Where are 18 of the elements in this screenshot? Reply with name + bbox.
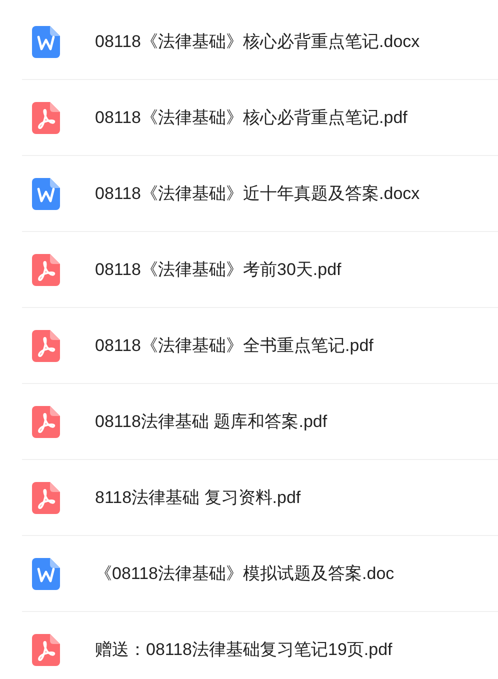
file-name[interactable]: 08118《法律基础》核心必背重点笔记.docx	[95, 28, 420, 54]
file-name[interactable]: 08118《法律基础》核心必背重点笔记.pdf	[95, 104, 408, 130]
pdf-document-icon	[32, 482, 60, 514]
pdf-document-icon	[32, 254, 60, 286]
word-document-icon	[32, 26, 60, 58]
pdf-document-icon	[32, 634, 60, 666]
file-name[interactable]: 《08118法律基础》模拟试题及答案.doc	[95, 560, 394, 586]
file-name[interactable]: 08118法律基础 题库和答案.pdf	[95, 408, 328, 434]
file-name[interactable]: 08118《法律基础》考前30天.pdf	[95, 256, 342, 282]
file-name[interactable]: 赠送：08118法律基础复习笔记19页.pdf	[95, 636, 392, 662]
file-name[interactable]: 8118法律基础 复习资料.pdf	[95, 484, 301, 510]
word-document-icon	[32, 558, 60, 590]
pdf-document-icon	[32, 330, 60, 362]
pdf-document-icon	[32, 102, 60, 134]
word-document-icon	[32, 178, 60, 210]
file-name[interactable]: 08118《法律基础》全书重点笔记.pdf	[95, 332, 374, 358]
pdf-document-icon	[32, 406, 60, 438]
file-name[interactable]: 08118《法律基础》近十年真题及答案.docx	[95, 180, 420, 206]
